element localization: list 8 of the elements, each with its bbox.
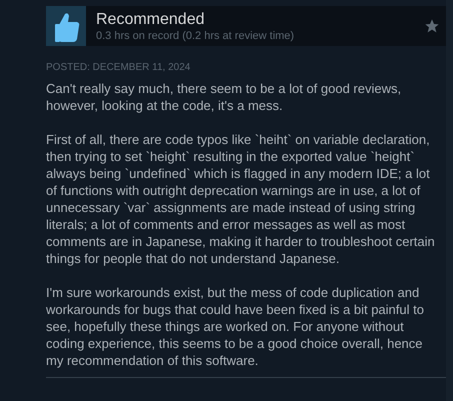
star-icon[interactable] [424,18,440,34]
thumbs-up-icon [46,6,86,46]
review-paragraph: Can't really say much, there seem to be a lot of good reviews, however, looking at the code, it's a mess. [46,80,402,114]
hours-on-record: 0.3 hrs on record (0.2 hrs at review time) [96,28,296,42]
review-verdict: Recommended [96,10,206,28]
review-paragraph: I'm sure workarounds exist, but the mess of code duplication and workarounds for bugs that could have been fixed is a bit painful to see, hopefully these things are worked on. For anyone without coding experience, this seems to be a good choice overall, hence my recommendation of this software. [46,284,425,369]
posted-date: POSTED: DECEMBER 11, 2024 [46,61,190,75]
review-paragraph: First of all, there are code typos like `heiht` on variable declaration, then trying to set `height` resulting in the exported value `height` always being `undefined` which is flagged in any modern IDE; a lot of functions with outright deprecation warnings are in use, a lot of unnecessary `var` assignments are made instead of using string literals; a lot of comments and error messages as well as most comments are in Japanese, making it harder to troubleshoot certain things for people that do not understand Japanese. [46,131,436,267]
